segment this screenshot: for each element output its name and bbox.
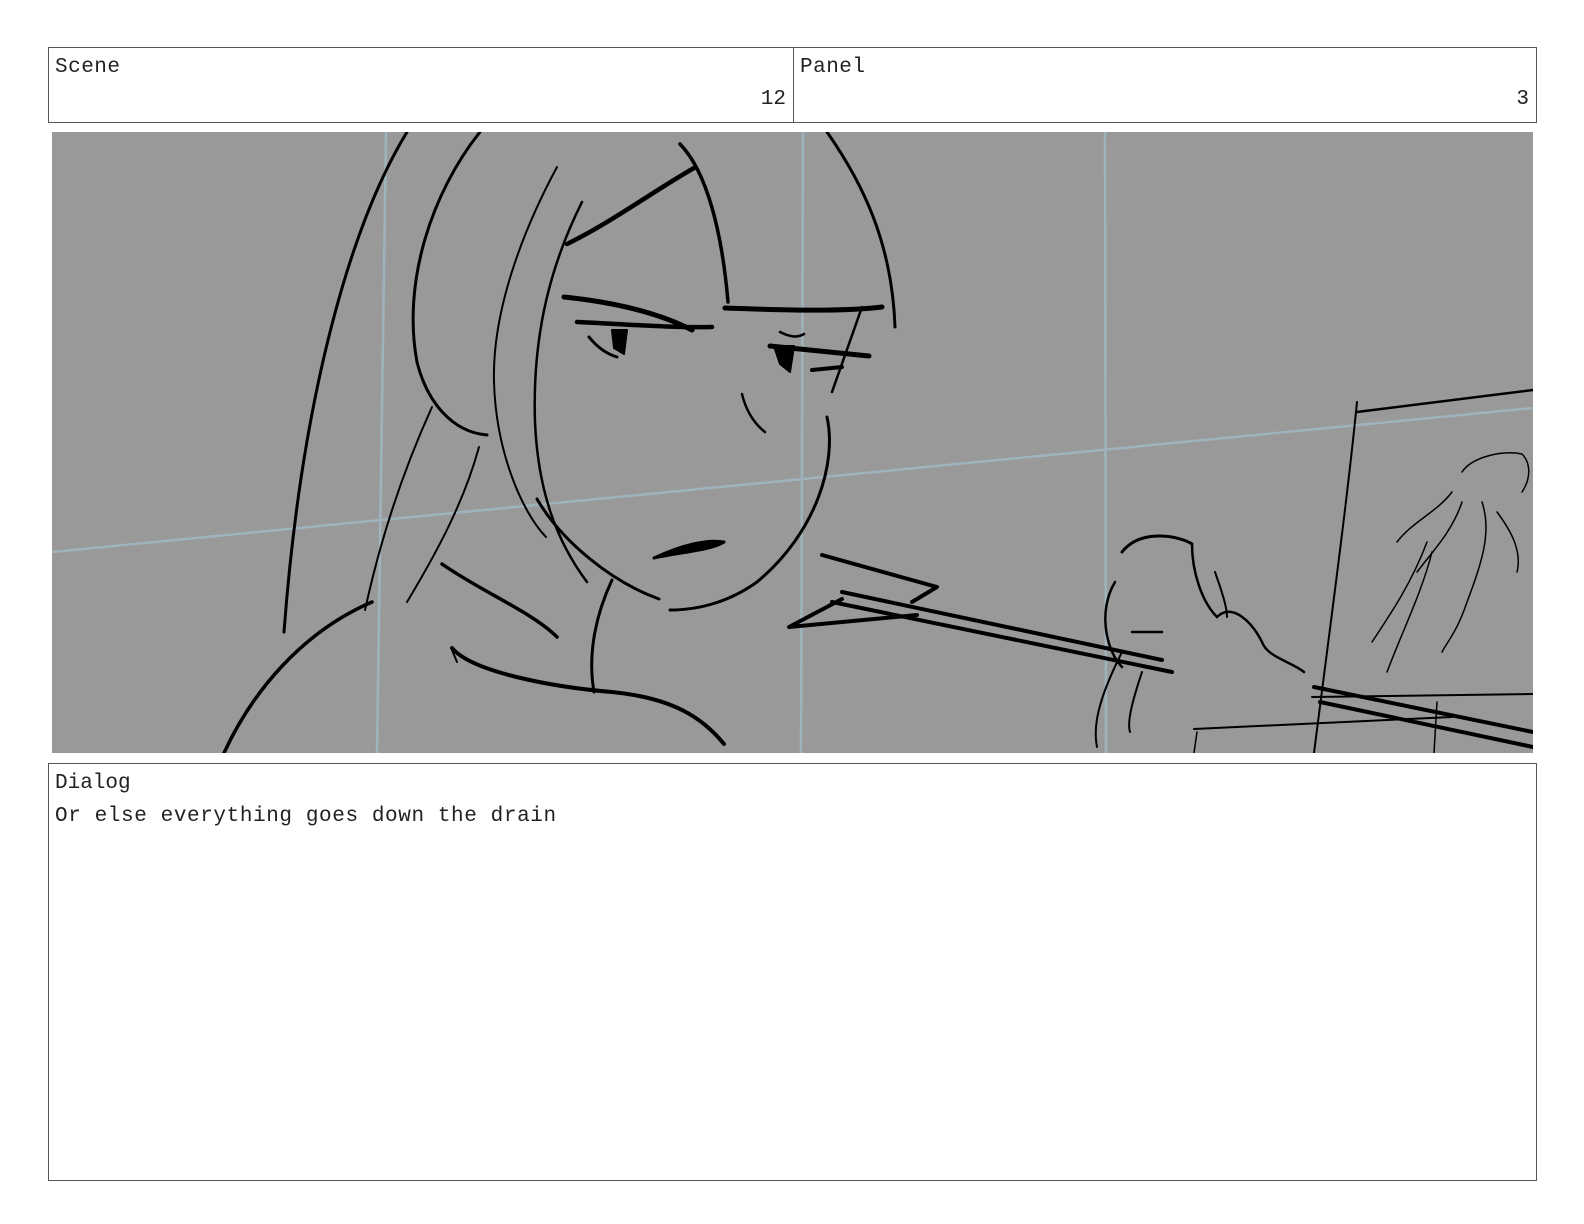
panel-cell: Panel 3 [794,48,1536,122]
dialog-text: Or else everything goes down the drain [55,805,557,828]
character-sketch [222,132,1533,753]
panel-label: Panel [800,56,866,79]
guide-lines [52,132,1533,753]
storyboard-header: Scene 12 Panel 3 [48,47,1537,123]
scene-cell: Scene 12 [49,48,794,122]
storyboard-frame [52,132,1533,753]
panel-number: 3 [1516,88,1529,111]
scene-number: 12 [760,88,786,111]
dialog-label: Dialog [55,772,131,795]
dialog-box: Dialog Or else everything goes down the … [48,763,1537,1181]
storyboard-sketch-icon [52,132,1533,753]
scene-label: Scene [55,56,121,79]
